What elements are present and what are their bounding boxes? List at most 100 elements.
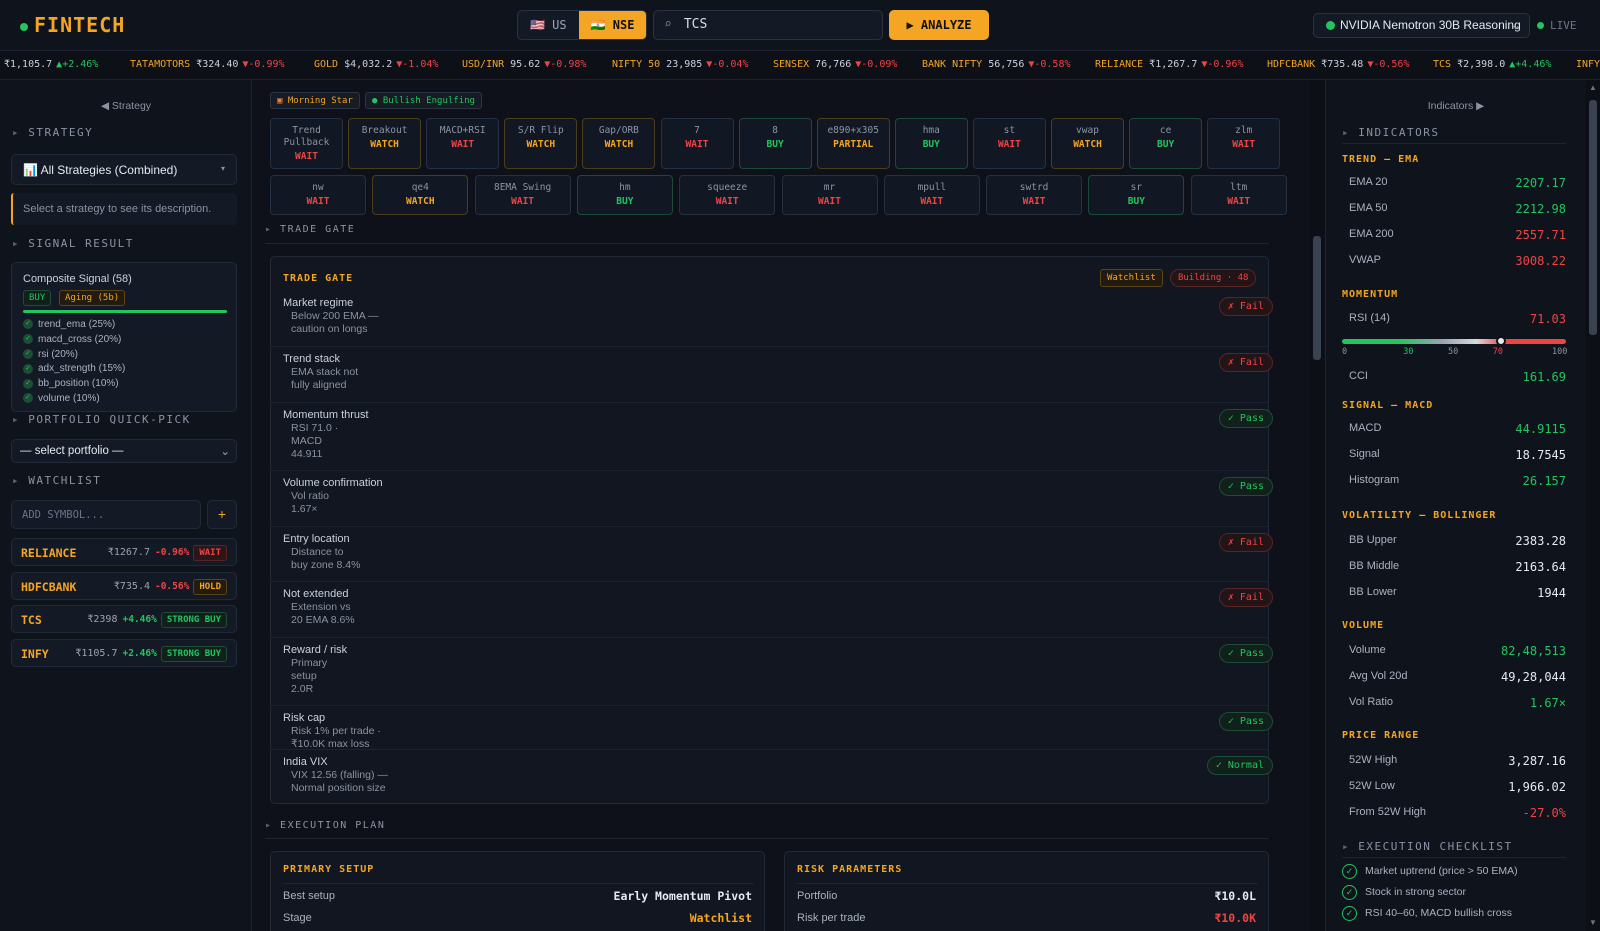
ticker-item[interactable]: HDFCBANK ₹735.48 ▼-0.56% [1267, 59, 1409, 70]
divider [271, 470, 1268, 471]
check-circle-icon: ✓ [23, 363, 33, 374]
scroll-down-icon[interactable]: ▼ [1589, 918, 1597, 927]
checklist-item[interactable]: ✓ Market uptrend (price > 50 EMA) [1342, 863, 1568, 881]
trade-gate-section-header[interactable]: TRADE GATE [265, 224, 355, 235]
strategy-card[interactable]: qe4 WATCH [372, 175, 469, 215]
ticker-item[interactable]: GOLD $4,032.2 ▼-1.04% [314, 59, 438, 70]
strategy-card[interactable]: Gap/ORB WATCH [582, 118, 656, 169]
indicators-collapse-toggle[interactable]: Indicators ▶ [1326, 100, 1586, 112]
strategy-card[interactable]: zlm WAIT [1207, 118, 1281, 169]
strategy-card[interactable]: Trend Pullback WAIT [270, 118, 343, 169]
indicators-section-header[interactable]: INDICATORS [1342, 126, 1439, 139]
gate-detail-line: buy zone 8.4% [291, 559, 361, 571]
checklist-item[interactable]: ✓ Stock in strong sector [1342, 884, 1568, 902]
cci-row: CCI 161.69 [1341, 370, 1566, 384]
watchlist-row[interactable]: HDFCBANK ₹735.4 -0.56% HOLD [11, 571, 237, 600]
right-scrollbar[interactable]: ▲ ▼ [1586, 80, 1600, 931]
gate-row: Trend stack EMA stack not fully aligned ✗ F… [271, 353, 1273, 403]
main-scrollbar[interactable] [1310, 80, 1324, 931]
factor-item: ✓ rsi (20%) [23, 348, 125, 363]
ticker-item[interactable]: TCS ₹2,398.0 ▲+4.46% [1433, 59, 1551, 70]
ticker-item[interactable]: INFY [1576, 59, 1600, 70]
strategy-select[interactable]: 📊 All Strategies (Combined) ▾ [11, 154, 237, 185]
market-nse-button[interactable]: 🇮🇳 NSE [578, 11, 647, 39]
gate-status-badge: ✓ Pass [1218, 712, 1273, 731]
ticker-item[interactable]: RELIANCE ₹1,267.7 ▼-0.96% [1095, 59, 1244, 70]
strategy-card[interactable]: mpull WAIT [883, 175, 980, 215]
ticker-item[interactable]: TATAMOTORS ₹324.40 ▼-0.99% [130, 59, 285, 70]
portfolio-section-header[interactable]: PORTFOLIO QUICK-PICK [12, 413, 191, 426]
watchlist-quote: ₹1105.7 +2.46% STRONG BUY [75, 645, 227, 663]
ema200-row: EMA 200 2557.71 [1341, 228, 1566, 242]
strategy-card[interactable]: 8EMA Swing WAIT [474, 175, 571, 215]
ticker-bar: ₹1,105.7 ▲+2.46% TATAMOTORS ₹324.40 ▼-0.99% G… [0, 51, 1600, 80]
market-us-button[interactable]: 🇺🇸 US [518, 11, 579, 39]
execution-section-header[interactable]: EXECUTION PLAN [265, 820, 385, 831]
strategy-card[interactable]: e890+x305 PARTIAL [816, 118, 890, 169]
model-select[interactable]: NVIDIA Nemotron 30B Reasoning ⌄ [1313, 13, 1530, 38]
checklist-item[interactable]: ✓ RSI 40–60, MACD bullish cross [1342, 905, 1568, 923]
scrollbar-thumb[interactable] [1589, 100, 1597, 335]
strategy-card[interactable]: hma BUY [894, 118, 968, 169]
strategy-card[interactable]: st WAIT [972, 118, 1046, 169]
checklist-label: Market uptrend (price > 50 EMA) [1365, 865, 1518, 878]
strategy-collapse-toggle[interactable]: ◀ Strategy [0, 100, 252, 112]
pattern-chip: ● Bullish Engulfing [365, 92, 482, 109]
strategy-card[interactable]: ce BUY [1129, 118, 1203, 169]
divider [271, 637, 1268, 638]
ticker-item[interactable]: BANK NIFTY 56,756 ▼-0.58% [922, 59, 1071, 70]
ticker-item[interactable]: SENSEX 76,766 ▼-0.09% [773, 59, 897, 70]
sun-icon: ▣ [277, 96, 283, 106]
strategy-card[interactable]: sr BUY [1088, 175, 1185, 215]
checklist-section-header[interactable]: EXECUTION CHECKLIST [1342, 840, 1513, 853]
strategy-name: qe4 [411, 182, 429, 193]
signal-section-header[interactable]: SIGNAL RESULT [12, 237, 134, 250]
indicators-panel: Indicators ▶ INDICATORS TREND — EMA EMA … [1325, 80, 1585, 931]
strategy-card[interactable]: MACD+RSI WAIT [426, 118, 500, 169]
ema50-value: 2212.98 [1515, 202, 1566, 216]
gate-title: Reward / risk [283, 644, 348, 656]
strategy-status: WAIT [818, 196, 841, 207]
strategy-card[interactable]: vwap WATCH [1051, 118, 1124, 169]
scroll-up-icon[interactable]: ▲ [1589, 83, 1597, 92]
composite-strength-bar [23, 310, 227, 313]
watchlist-section-header[interactable]: WATCHLIST [12, 474, 101, 487]
add-symbol-button[interactable]: + [207, 500, 237, 529]
analyze-button[interactable]: ▶ ANALYZE [889, 10, 989, 40]
strategy-card[interactable]: mr WAIT [781, 175, 878, 215]
rsi-tick-label: 0 [1342, 347, 1348, 357]
ticker-item[interactable]: NIFTY 50 23,985 ▼-0.04% [612, 59, 748, 70]
watchlist-row[interactable]: TCS ₹2398 +4.46% STRONG BUY [11, 605, 237, 634]
strategy-card[interactable]: S/R Flip WATCH [504, 118, 578, 169]
gate-status-badge: ✓ Normal [1206, 756, 1273, 775]
gate-status-badge: ✓ Pass [1218, 477, 1273, 496]
search-input[interactable]: ⌕ TCS [653, 10, 883, 40]
ticker-item[interactable]: USD/INR 95.62 ▼-0.98% [462, 59, 586, 70]
portfolio-select[interactable]: — select portfolio — ⌄ [11, 439, 237, 463]
watchlist-row[interactable]: RELIANCE ₹1267.7 -0.96% WAIT [11, 538, 237, 566]
scrollbar-thumb[interactable] [1313, 236, 1321, 360]
strategy-card[interactable]: Breakout WATCH [348, 118, 422, 169]
ticker-item[interactable]: ₹1,105.7 ▲+2.46% [0, 59, 98, 70]
bb-middle-value: 2163.64 [1515, 560, 1566, 574]
strategy-card[interactable]: 8 BUY [738, 118, 812, 169]
strategy-card[interactable]: hm BUY [576, 175, 673, 215]
model-label: NVIDIA Nemotron 30B Reasoning [1340, 18, 1521, 32]
strategy-card[interactable]: 7 WAIT [660, 118, 734, 169]
strategy-card[interactable]: nw WAIT [270, 175, 366, 215]
strategy-name: Trend Pullback [283, 125, 330, 148]
add-symbol-input[interactable]: ADD SYMBOL... [11, 500, 201, 529]
strategy-card[interactable]: squeeze WAIT [679, 175, 776, 215]
best-setup-label: Best setup [283, 890, 335, 902]
ticker-change: ▼-0.58% [1028, 59, 1071, 70]
watchlist-row[interactable]: INFY ₹1105.7 +2.46% STRONG BUY [11, 639, 237, 668]
avg-volume-value: 49,28,044 [1500, 670, 1566, 684]
gate-detail-line: Extension vs [291, 601, 351, 613]
composite-signal-card: Composite Signal (58) BUY Aging (5b) ✓ tr… [11, 262, 237, 412]
strategy-card[interactable]: swtrd WAIT [986, 175, 1083, 215]
strategy-card[interactable]: ltm WAIT [1190, 175, 1287, 215]
strategy-name: swtrd [1019, 182, 1049, 193]
search-value: TCS [683, 17, 708, 32]
rsi-tick-label: 30 [1403, 347, 1414, 357]
strategy-section-header[interactable]: STRATEGY [12, 126, 93, 139]
